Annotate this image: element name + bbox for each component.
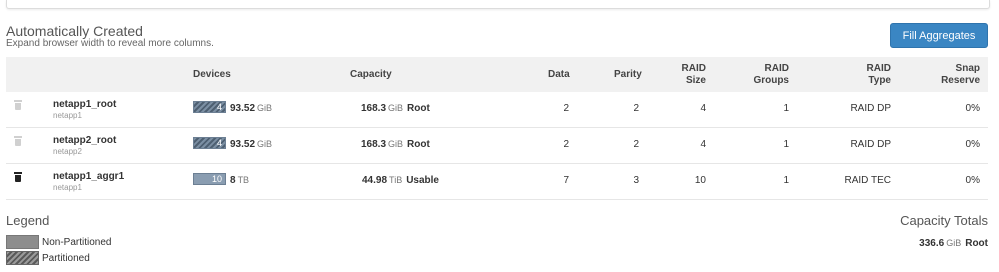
- section-subtitle: Expand browser width to reveal more colu…: [6, 38, 214, 49]
- header-capacity[interactable]: Capacity: [350, 69, 392, 81]
- header-raid-type[interactable]: RAID Type: [851, 63, 891, 87]
- header-raid-type-line2: Type: [868, 75, 891, 86]
- raid-size: 10: [694, 175, 706, 186]
- header-raid-groups-line2: Groups: [753, 75, 789, 86]
- snap-reserve: 0%: [965, 103, 980, 114]
- header-snap-reserve-line1: Snap: [955, 63, 980, 74]
- capacity-label: Root: [407, 103, 430, 114]
- parity-count: 2: [633, 103, 639, 114]
- capacity-label: Usable: [406, 175, 439, 186]
- device-size: 93.52 GiB: [230, 103, 272, 114]
- device-size-unit: TB: [237, 175, 250, 185]
- header-raid-size[interactable]: RAID Size: [666, 63, 706, 87]
- device-size-unit: GiB: [257, 139, 273, 149]
- capacity-unit: TiB: [389, 175, 403, 185]
- raid-size: 4: [700, 103, 706, 114]
- capacity-value: 44.98 TiB Usable: [362, 175, 439, 186]
- capacity-totals-value: 336.6 GiB Root: [919, 238, 988, 249]
- header-raid-groups[interactable]: RAID Groups: [749, 63, 789, 87]
- header-snap-reserve-line2: Reserve: [941, 75, 980, 86]
- aggregate-node: netapp2: [53, 147, 82, 156]
- device-size-unit: GiB: [257, 103, 273, 113]
- raid-groups: 1: [783, 139, 789, 150]
- aggregate-name: netapp1_root: [53, 99, 117, 110]
- aggregates-table: Devices Capacity Data Parity RAID Size R…: [6, 57, 988, 200]
- snap-reserve: 0%: [965, 175, 980, 186]
- raid-type: RAID TEC: [844, 175, 892, 186]
- device-size-value: 8: [230, 175, 236, 186]
- table-row: netapp1_root netapp1 4 93.52 GiB 168.3 GiB…: [6, 92, 988, 128]
- device-size-value: 93.52: [230, 139, 256, 150]
- legend-label-partitioned: Partitioned: [42, 253, 90, 264]
- parity-count: 3: [633, 175, 639, 186]
- header-raid-groups-line1: RAID: [764, 63, 789, 74]
- capacity-value: 168.3 GiB Root: [361, 103, 430, 114]
- device-size: 93.52 GiB: [230, 139, 272, 150]
- table-row: netapp1_aggr1 netapp1 10 8 TB 44.98 TiB Usa…: [6, 164, 988, 200]
- capacity-number: 44.98: [362, 175, 388, 186]
- capacity-label: Root: [407, 139, 430, 150]
- raid-size: 4: [700, 139, 706, 150]
- capacity-totals-title: Capacity Totals: [900, 213, 988, 228]
- aggregate-name: netapp2_root: [53, 135, 117, 146]
- data-count: 2: [563, 139, 569, 150]
- aggregate-name: netapp1_aggr1: [53, 171, 125, 182]
- capacity-number: 168.3: [361, 139, 387, 150]
- legend-title: Legend: [6, 213, 50, 228]
- device-size: 8 TB: [230, 175, 249, 186]
- device-size-value: 93.52: [230, 103, 256, 114]
- capacity-unit: GiB: [388, 103, 404, 113]
- parity-count: 2: [633, 139, 639, 150]
- data-count: 2: [563, 103, 569, 114]
- table-header: Devices Capacity Data Parity RAID Size R…: [6, 57, 988, 92]
- header-raid-size-line2: Size: [685, 75, 706, 86]
- capacity-totals-number: 336.6: [919, 238, 945, 249]
- device-count-bar: 10: [193, 173, 226, 185]
- header-snap-reserve[interactable]: Snap Reserve: [940, 63, 980, 87]
- header-raid-type-line1: RAID: [866, 63, 891, 74]
- legend-swatch-non-partitioned: [6, 235, 39, 249]
- capacity-unit: GiB: [388, 139, 404, 149]
- capacity-totals-label: Root: [965, 238, 988, 249]
- capacity-number: 168.3: [361, 103, 387, 114]
- raid-groups: 1: [783, 103, 789, 114]
- legend-label-non-partitioned: Non-Partitioned: [42, 237, 112, 248]
- device-count-bar: 4: [193, 137, 226, 149]
- trash-icon[interactable]: [14, 100, 22, 110]
- capacity-totals-unit: GiB: [946, 238, 962, 248]
- header-devices[interactable]: Devices: [193, 69, 231, 81]
- raid-type: RAID DP: [850, 139, 891, 150]
- raid-type: RAID DP: [850, 103, 891, 114]
- trash-icon[interactable]: [14, 136, 22, 146]
- data-count: 7: [563, 175, 569, 186]
- legend-swatch-partitioned: [6, 251, 39, 265]
- header-raid-size-line1: RAID: [681, 63, 706, 74]
- device-count-bar: 4: [193, 101, 226, 113]
- top-panel: [6, 0, 990, 9]
- aggregate-node: netapp1: [53, 111, 82, 120]
- snap-reserve: 0%: [965, 139, 980, 150]
- fill-aggregates-button[interactable]: Fill Aggregates: [890, 23, 988, 48]
- header-parity[interactable]: Parity: [614, 69, 642, 81]
- raid-groups: 1: [783, 175, 789, 186]
- trash-icon[interactable]: [14, 172, 22, 182]
- header-data[interactable]: Data: [548, 69, 570, 81]
- table-row: netapp2_root netapp2 4 93.52 GiB 168.3 GiB…: [6, 128, 988, 164]
- capacity-value: 168.3 GiB Root: [361, 139, 430, 150]
- aggregate-node: netapp1: [53, 183, 82, 192]
- section-title: Automatically Created: [6, 23, 143, 39]
